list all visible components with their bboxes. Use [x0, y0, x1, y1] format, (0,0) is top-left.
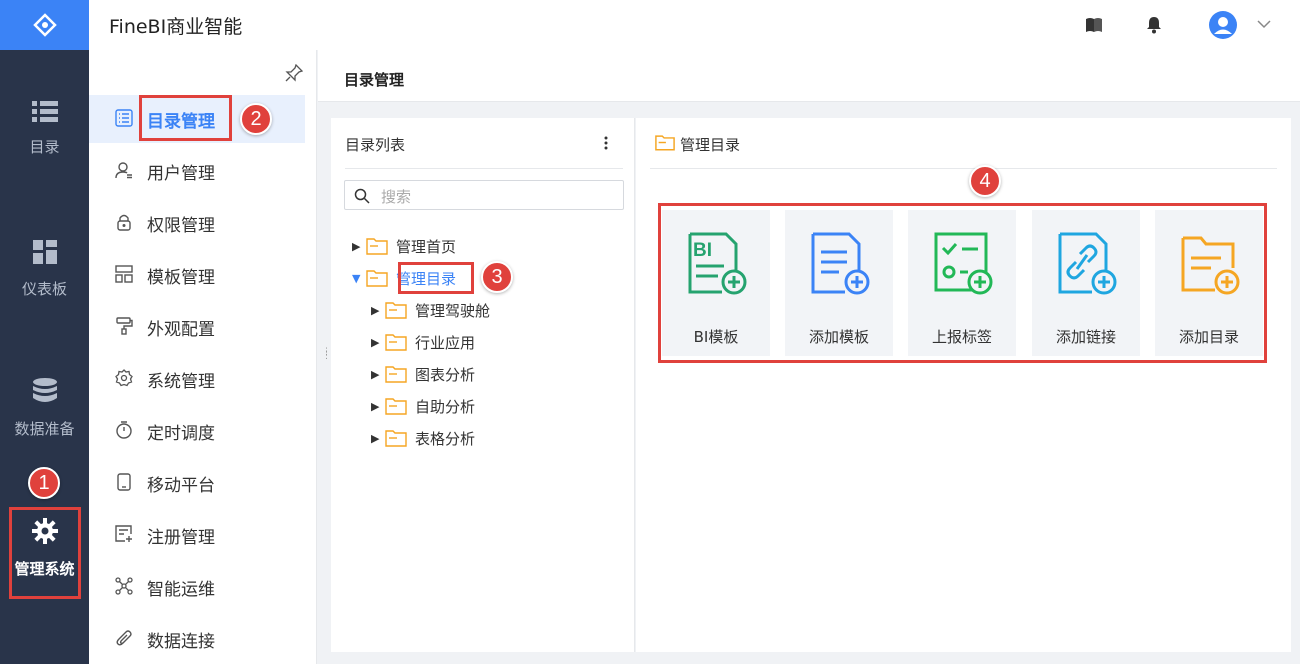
- nav-item-data-prep[interactable]: 数据准备: [0, 378, 89, 439]
- lock-icon: [117, 214, 131, 231]
- highlight-box-2: [139, 95, 232, 141]
- top-header: FineBI商业智能: [89, 0, 1300, 50]
- sidebar-item-label: 权限管理: [147, 216, 215, 236]
- sidebar-item-label: 系统管理: [147, 372, 215, 392]
- tree-item[interactable]: ▶ 管理首页: [352, 234, 456, 258]
- manage-directory-panel: 管理目录: [636, 118, 1291, 652]
- nav-item-dashboard[interactable]: 仪表板: [0, 240, 89, 299]
- search-input[interactable]: 搜索: [344, 180, 624, 210]
- folder-icon: [385, 366, 407, 383]
- tree-item-label: 图表分析: [415, 365, 476, 384]
- step-badge-1: 1: [28, 467, 60, 499]
- sidebar-item-user-management[interactable]: 用户管理: [89, 147, 305, 195]
- sidebar-item-label: 模板管理: [147, 268, 215, 288]
- tree-item-label: 管理驾驶舱: [415, 301, 491, 320]
- admin-sidebar: 目录管理 用户管理 权限管理 模板管理 外观配置 系统管理 定时调度 移动平台 …: [89, 50, 317, 664]
- caret-right-icon[interactable]: ▶: [371, 304, 385, 317]
- divider: [650, 168, 1277, 169]
- sidebar-item-label: 注册管理: [147, 528, 215, 548]
- sidebar-item-system-management[interactable]: 系统管理: [89, 355, 305, 403]
- folder-icon: [385, 430, 407, 447]
- sidebar-item-smart-ops[interactable]: 智能运维: [89, 563, 305, 611]
- manage-panel-title: 管理目录: [680, 136, 741, 154]
- tree-item[interactable]: ▶ 图表分析: [371, 362, 475, 386]
- nav-item-label: 仪表板: [21, 280, 67, 298]
- sidebar-item-mobile-platform[interactable]: 移动平台: [89, 459, 305, 507]
- main-title-bar: 目录管理: [318, 50, 1300, 102]
- folder-icon: [366, 270, 388, 287]
- nav-item-directory[interactable]: 目录: [0, 100, 89, 157]
- app-title: FineBI商业智能: [109, 16, 243, 38]
- sidebar-item-scheduled-tasks[interactable]: 定时调度: [89, 407, 305, 455]
- nav-item-label: 目录: [29, 138, 60, 156]
- folder-icon: [385, 302, 407, 319]
- dashboard-icon: [32, 240, 57, 264]
- timer-icon: [116, 421, 132, 439]
- folder-icon: [385, 398, 407, 415]
- book-icon[interactable]: [1085, 17, 1103, 33]
- sidebar-item-label: 定时调度: [147, 424, 215, 444]
- tree-item-label: 管理首页: [396, 237, 457, 256]
- resize-handle[interactable]: ⋮⋮: [322, 348, 331, 361]
- sidebar-item-template-management[interactable]: 模板管理: [89, 251, 305, 299]
- sidebar-item-label: 智能运维: [147, 580, 215, 600]
- pin-icon[interactable]: [285, 64, 303, 82]
- tree-item[interactable]: ▶ 自助分析: [371, 394, 475, 418]
- caret-right-icon[interactable]: ▶: [352, 240, 366, 253]
- logo[interactable]: [0, 0, 89, 50]
- highlight-box-1: [9, 507, 81, 599]
- nav-item-label: 数据准备: [14, 420, 75, 438]
- folder-icon: [366, 238, 388, 255]
- database-icon: [32, 378, 57, 402]
- directory-icon: [115, 109, 133, 127]
- sidebar-item-registration-management[interactable]: 注册管理: [89, 511, 305, 559]
- page-title: 目录管理: [344, 71, 405, 89]
- tree-item-label: 行业应用: [415, 333, 476, 352]
- user-icon: [115, 162, 132, 179]
- network-icon: [115, 577, 133, 595]
- directory-list-title: 目录列表: [345, 136, 406, 154]
- step-badge-4: 4: [969, 165, 1001, 197]
- tree-item[interactable]: ▶ 行业应用: [371, 330, 475, 354]
- user-avatar-icon: [1214, 17, 1232, 34]
- list-icon: [31, 101, 58, 122]
- search-icon: [354, 188, 370, 204]
- caret-right-icon[interactable]: ▶: [371, 400, 385, 413]
- more-vertical-icon[interactable]: [604, 136, 608, 150]
- search-placeholder: 搜索: [381, 188, 412, 206]
- caret-down-icon[interactable]: ▼: [352, 272, 366, 285]
- finebi-logo-icon: [32, 13, 57, 37]
- sidebar-item-data-connection[interactable]: 数据连接: [89, 615, 305, 663]
- settings-icon: [115, 369, 133, 387]
- chevron-down-icon[interactable]: [1257, 19, 1271, 29]
- highlight-box-4: [658, 203, 1267, 363]
- paint-roller-icon: [116, 317, 133, 335]
- step-badge-2: 2: [240, 103, 272, 135]
- step-badge-3: 3: [481, 261, 513, 293]
- folder-icon: [655, 135, 675, 151]
- highlight-box-3: [398, 262, 474, 294]
- sidebar-item-permission-management[interactable]: 权限管理: [89, 199, 305, 247]
- folder-icon: [385, 334, 407, 351]
- tree-item[interactable]: ▶ 管理驾驶舱: [371, 298, 490, 322]
- caret-right-icon[interactable]: ▶: [371, 368, 385, 381]
- sidebar-item-label: 数据连接: [147, 632, 215, 652]
- tree-item[interactable]: ▶ 表格分析: [371, 426, 475, 450]
- sidebar-item-label: 移动平台: [147, 476, 215, 496]
- caret-right-icon[interactable]: ▶: [371, 336, 385, 349]
- sidebar-item-appearance-config[interactable]: 外观配置: [89, 303, 305, 351]
- paperclip-icon: [116, 630, 132, 646]
- mobile-icon: [117, 473, 131, 491]
- avatar[interactable]: [1209, 11, 1237, 39]
- tree-item-label: 表格分析: [415, 429, 476, 448]
- caret-right-icon[interactable]: ▶: [371, 432, 385, 445]
- sidebar-item-label: 用户管理: [147, 164, 215, 184]
- template-icon: [115, 265, 133, 283]
- sidebar-item-label: 外观配置: [147, 320, 215, 340]
- register-icon: [115, 525, 132, 542]
- tree-item-label: 自助分析: [415, 397, 476, 416]
- divider: [345, 168, 623, 169]
- bell-icon[interactable]: [1146, 16, 1162, 34]
